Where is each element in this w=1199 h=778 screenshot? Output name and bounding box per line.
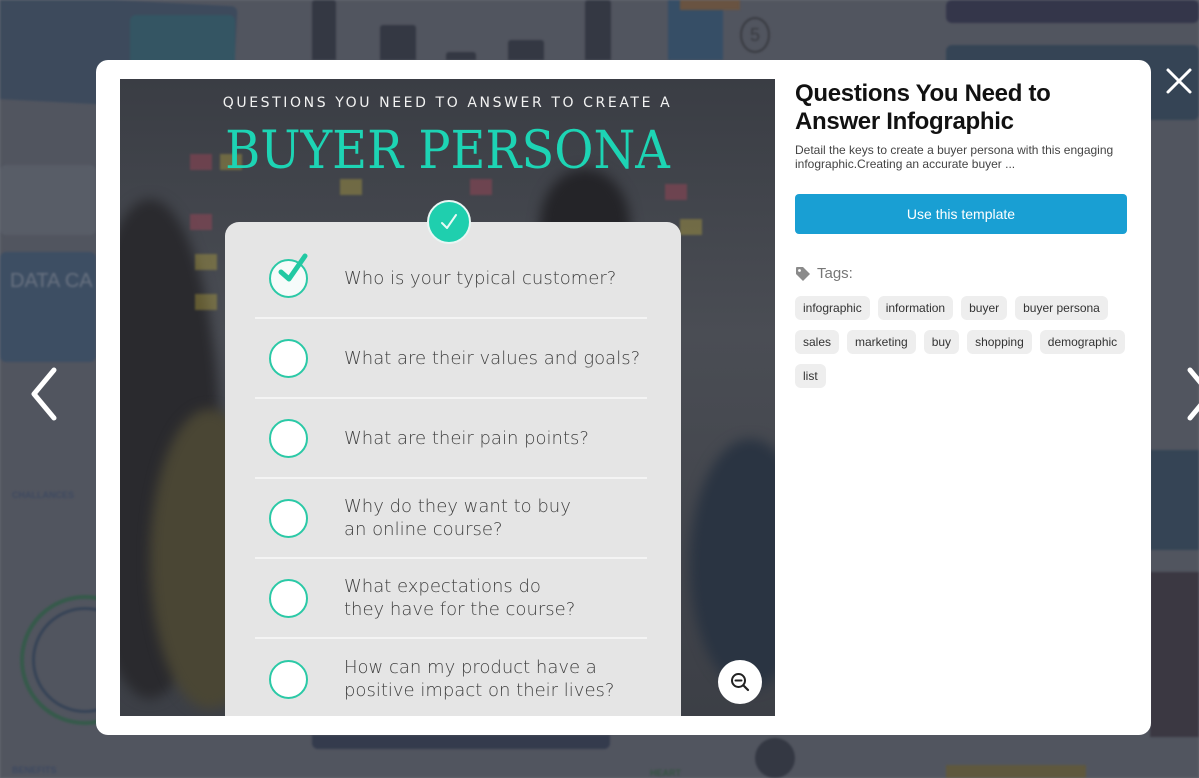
- question-checkbox-checked: [269, 253, 308, 298]
- question-text: Who is your typical customer?: [344, 267, 617, 289]
- question-text: What are their values and goals?: [344, 347, 641, 369]
- question-checkbox: [269, 498, 308, 538]
- question-text: Why do they want to buy an online course…: [344, 495, 571, 541]
- question-text: How can my product have a positive impac…: [344, 656, 614, 702]
- previous-button[interactable]: [24, 364, 64, 424]
- sticky-note: [340, 179, 362, 195]
- tag-chip[interactable]: demographic: [1039, 330, 1126, 354]
- zoom-toggle-button[interactable]: [718, 660, 762, 704]
- template-description: Detail the keys to create a buyer person…: [795, 143, 1114, 171]
- checkmark-icon: [441, 214, 457, 229]
- checkmark-icon: [278, 253, 308, 281]
- question-text-line: they have for the course?: [344, 599, 576, 620]
- close-icon: [1166, 68, 1192, 94]
- tag-list: infographic information buyer buyer pers…: [795, 296, 1135, 388]
- question-row: Who is your typical customer?: [255, 239, 647, 319]
- question-text-line: Why do they want to buy: [344, 496, 571, 517]
- sticky-note: [190, 214, 212, 230]
- template-title: Questions You Need to Answer Infographic: [795, 80, 1051, 135]
- sticky-note: [665, 184, 687, 200]
- question-checkbox: [269, 659, 308, 699]
- tag-chip[interactable]: buyer persona: [1015, 296, 1108, 320]
- sticky-note: [680, 219, 702, 235]
- close-button[interactable]: [1160, 62, 1198, 100]
- template-modal: QUESTIONS YOU NEED TO ANSWER TO CREATE A…: [96, 60, 1151, 735]
- sticky-note: [195, 294, 217, 310]
- sticky-note: [470, 179, 492, 195]
- header-check-badge: [427, 200, 471, 244]
- question-text-line: positive impact on their lives?: [344, 680, 615, 701]
- tag-chip[interactable]: buyer: [961, 296, 1008, 320]
- question-text: What are their pain points?: [344, 427, 589, 449]
- bg-photo-person: [690, 439, 775, 689]
- question-row: What are their values and goals?: [255, 319, 647, 399]
- tag-chip[interactable]: shopping: [967, 330, 1032, 354]
- tag-icon: [796, 266, 810, 281]
- tag-chip[interactable]: marketing: [847, 330, 916, 354]
- zoom-out-icon: [731, 673, 750, 692]
- question-checkbox: [269, 418, 308, 458]
- tag-chip[interactable]: buy: [923, 330, 960, 354]
- next-button[interactable]: [1180, 364, 1199, 424]
- question-row: What expectations do they have for the c…: [255, 559, 647, 639]
- question-text: What expectations do they have for the c…: [344, 575, 575, 621]
- questions-card: Who is your typical customer? What are t…: [225, 222, 681, 716]
- template-preview: QUESTIONS YOU NEED TO ANSWER TO CREATE A…: [120, 79, 775, 716]
- tag-chip[interactable]: information: [877, 296, 954, 320]
- question-text-line: What expectations do: [344, 576, 541, 597]
- tags-heading: Tags:: [795, 265, 1130, 282]
- question-text-line: an online course?: [344, 519, 503, 540]
- infographic-title: BUYER PERSONA: [225, 121, 670, 181]
- question-checkbox: [269, 338, 308, 378]
- chevron-left-icon: [31, 367, 57, 421]
- infographic-subtitle: QUESTIONS YOU NEED TO ANSWER TO CREATE A: [222, 95, 673, 111]
- chevron-right-icon: [1187, 367, 1199, 421]
- sticky-note: [195, 254, 217, 270]
- question-row: Why do they want to buy an online course…: [255, 479, 647, 559]
- template-info-panel: Questions You Need to Answer Infographic…: [795, 80, 1130, 388]
- question-row: How can my product have a positive impac…: [255, 639, 647, 716]
- question-text-line: How can my product have a: [344, 657, 597, 678]
- tag-chip[interactable]: infographic: [795, 296, 870, 320]
- question-row: What are their pain points?: [255, 399, 647, 479]
- question-checkbox: [269, 578, 308, 618]
- tags-label: Tags:: [817, 265, 853, 282]
- tag-chip[interactable]: sales: [795, 330, 840, 354]
- tag-chip[interactable]: list: [795, 364, 826, 388]
- use-template-button[interactable]: Use this template: [795, 194, 1127, 234]
